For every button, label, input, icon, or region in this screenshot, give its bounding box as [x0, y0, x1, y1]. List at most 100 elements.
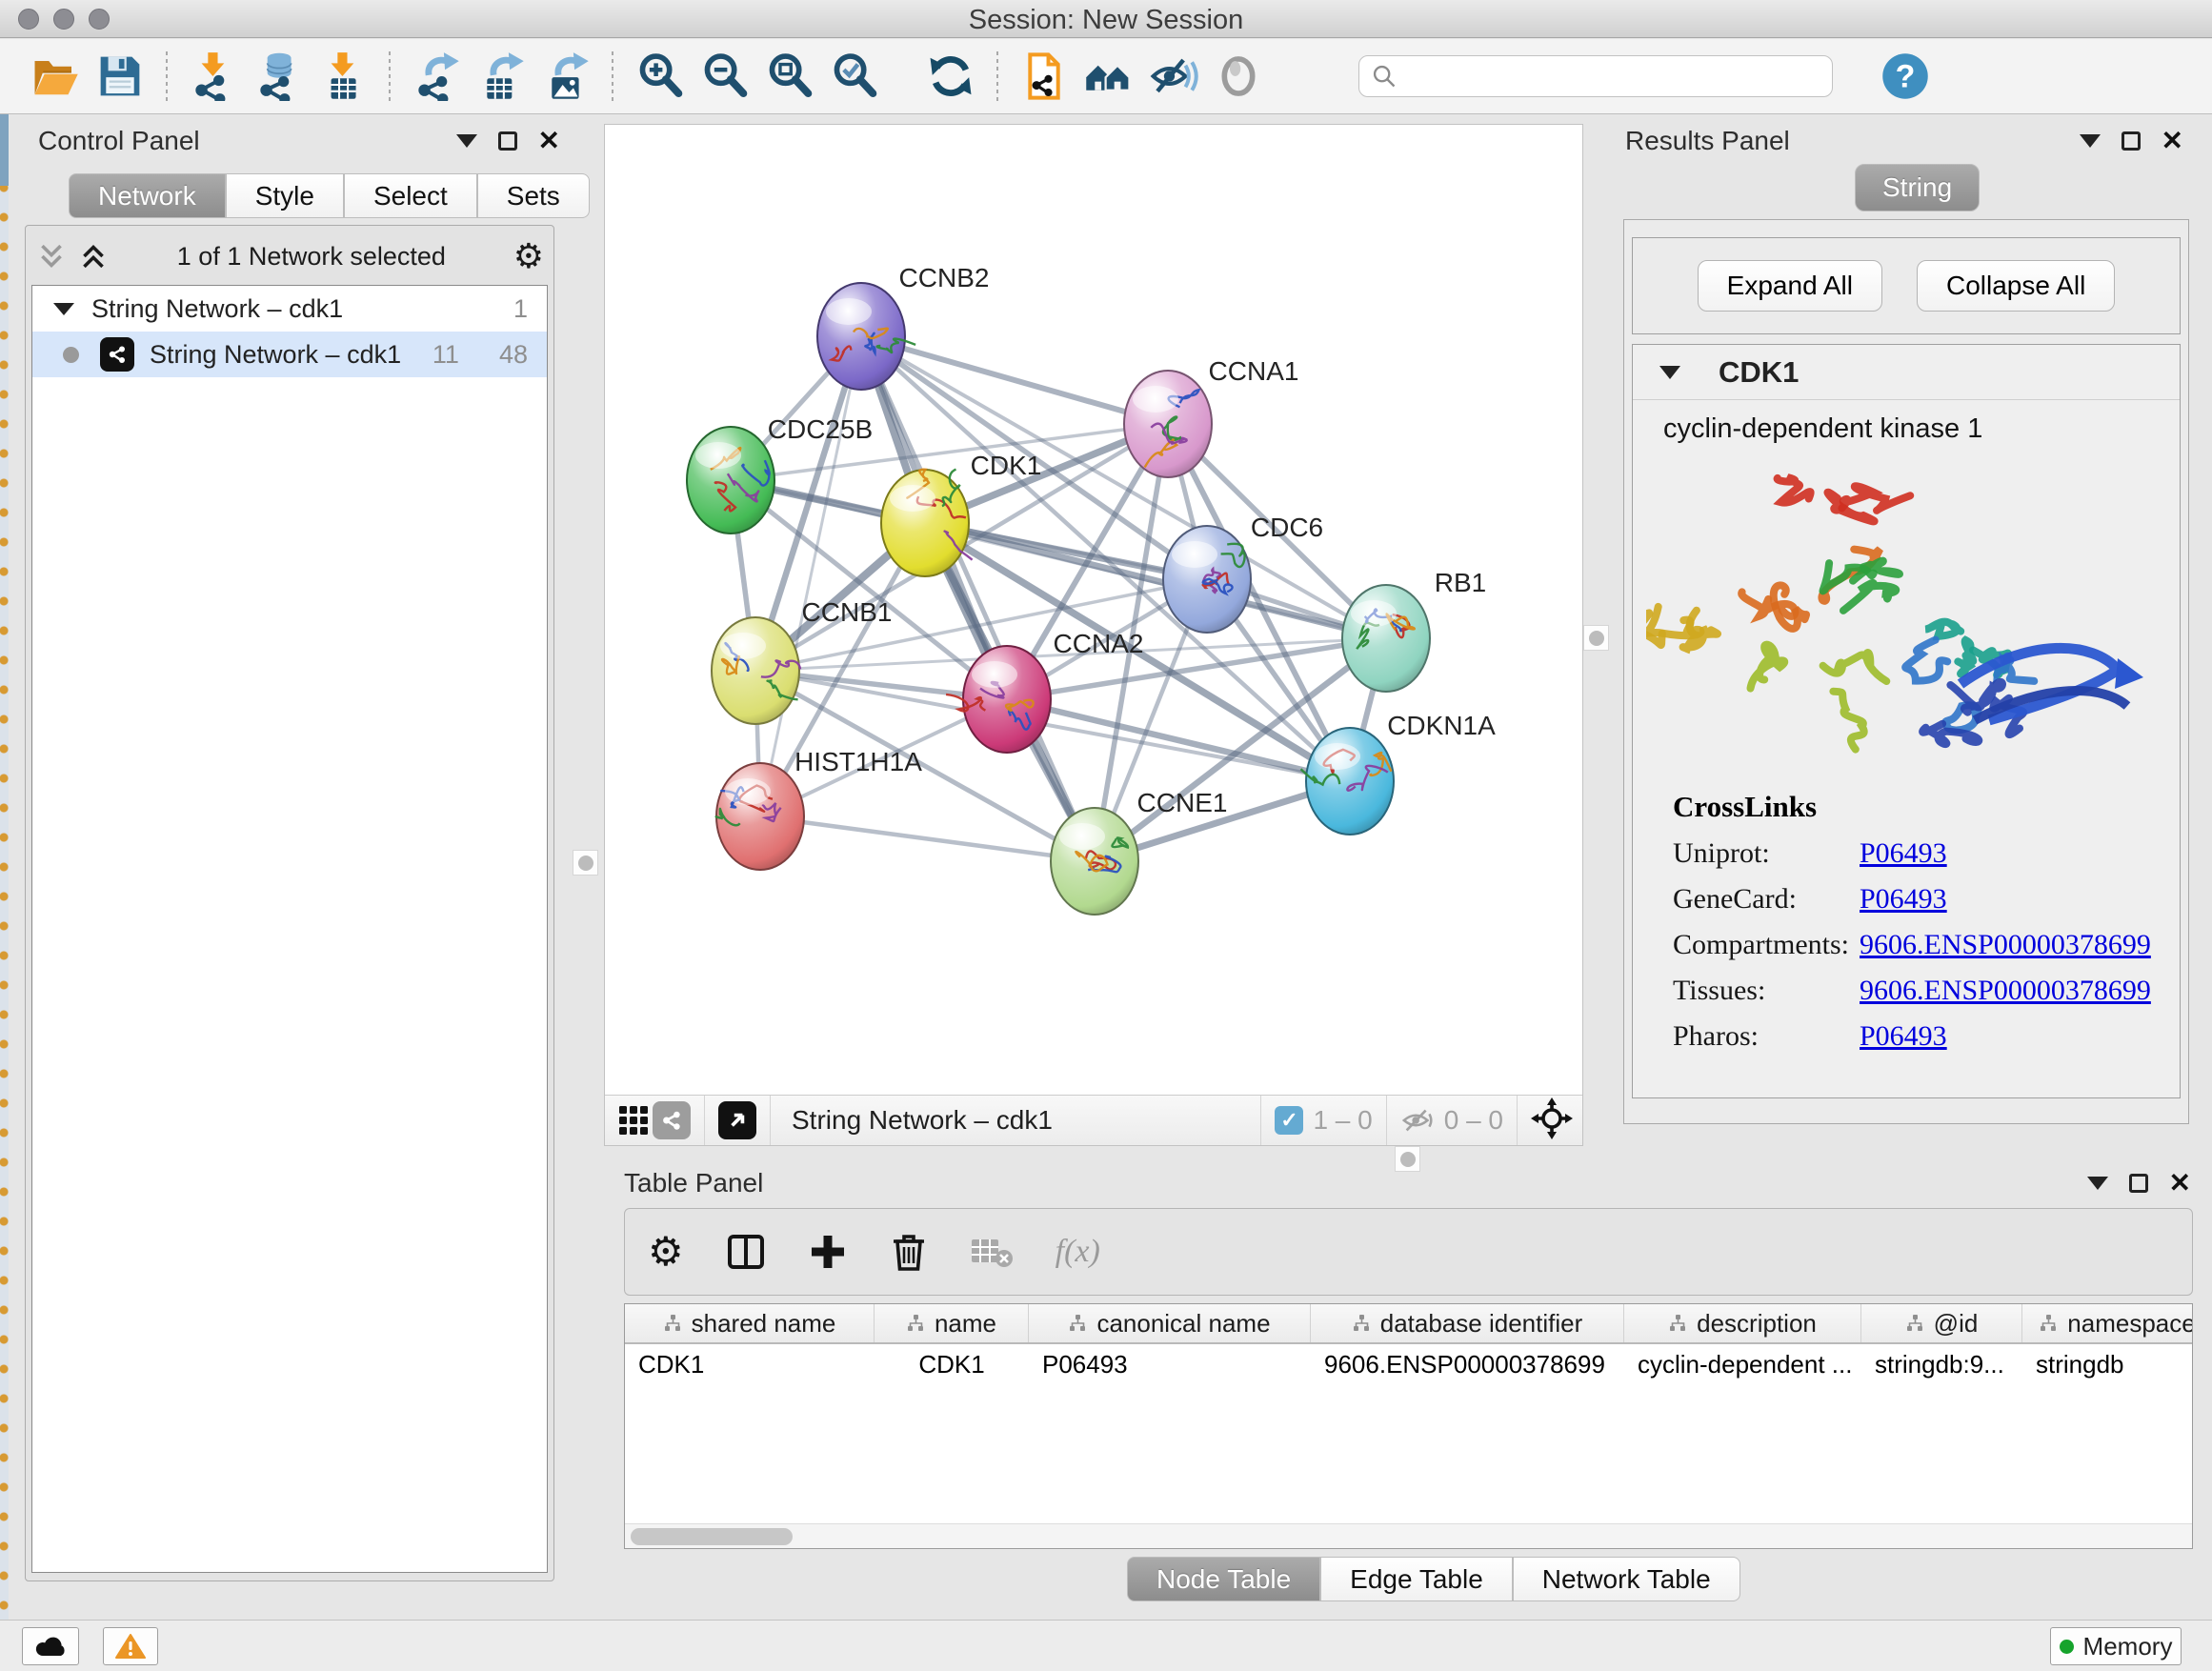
- column-header-shared-name[interactable]: shared name: [625, 1304, 875, 1342]
- column-hierarchy-icon: [1068, 1314, 1087, 1333]
- selected-count-checkbox[interactable]: ✓: [1275, 1106, 1303, 1135]
- zoom-fit-content-icon[interactable]: [762, 50, 815, 103]
- network-node-rb1[interactable]: RB1: [1342, 568, 1486, 692]
- network-share-view-icon[interactable]: [653, 1101, 691, 1139]
- panel-float-icon[interactable]: [2122, 131, 2141, 151]
- network-options-gear-icon[interactable]: ⚙: [513, 239, 544, 273]
- show-navigator-houses-icon[interactable]: [1082, 50, 1136, 103]
- save-session-icon[interactable]: [93, 50, 147, 103]
- network-node-ccnb2[interactable]: CCNB2: [817, 263, 989, 390]
- tree-expand-icon[interactable]: [53, 303, 74, 315]
- crosslink-value-link[interactable]: P06493: [1860, 837, 1947, 870]
- gene-entry-card: CDK1 cyclin-dependent kinase 1 CrossLink…: [1632, 344, 2181, 1098]
- crosslink-row: Tissues:9606.ENSP00000378699: [1673, 975, 2180, 1007]
- import-table-from-file-icon[interactable]: [316, 50, 370, 103]
- panel-close-icon[interactable]: ✕: [538, 131, 560, 151]
- network-canvas[interactable]: CCNB2CCNA1CDC25BCDK1CDC6RB1CCNB1CCNA2CDK…: [605, 125, 1582, 1095]
- panel-menu-icon[interactable]: [456, 134, 477, 148]
- protein-structure-image: [1646, 451, 2161, 784]
- table-row[interactable]: CDK1CDK1P064939606.ENSP00000378699cyclin…: [625, 1344, 2192, 1384]
- expand-all-icon[interactable]: [77, 242, 110, 271]
- crosslink-value-link[interactable]: P06493: [1860, 1020, 1947, 1053]
- show-hidden-eye-icon[interactable]: [1212, 50, 1265, 103]
- network-collection-row[interactable]: String Network – cdk1 1: [32, 286, 547, 332]
- table-cell[interactable]: stringdb:9...: [1861, 1350, 2022, 1379]
- import-network-from-database-icon[interactable]: [251, 50, 305, 103]
- zoom-in-icon[interactable]: [633, 50, 686, 103]
- gene-entry-header[interactable]: CDK1: [1633, 345, 2180, 400]
- entry-collapse-icon[interactable]: [1659, 366, 1680, 379]
- import-network-from-file-icon[interactable]: [187, 50, 240, 103]
- panel-close-icon[interactable]: ✕: [2162, 131, 2183, 151]
- collapse-all-icon[interactable]: [35, 242, 68, 271]
- panel-close-icon[interactable]: ✕: [2169, 1174, 2191, 1193]
- network-node-hist1h1a[interactable]: HIST1H1A: [716, 747, 923, 870]
- warnings-button[interactable]: [103, 1627, 158, 1665]
- tab-network[interactable]: Network: [69, 173, 226, 218]
- crosslink-value-link[interactable]: 9606.ENSP00000378699: [1860, 975, 2151, 1007]
- crosslink-value-link[interactable]: P06493: [1860, 883, 1947, 916]
- table-cell[interactable]: 9606.ENSP00000378699: [1311, 1350, 1624, 1379]
- network-node-cdkn1a[interactable]: CDKN1A: [1301, 711, 1497, 835]
- table-cell[interactable]: cyclin-dependent ...: [1624, 1350, 1861, 1379]
- open-session-icon[interactable]: [29, 50, 82, 103]
- network-node-ccne1[interactable]: CCNE1: [1051, 788, 1227, 915]
- node-label-cdc6: CDC6: [1251, 513, 1323, 542]
- export-network-icon[interactable]: [410, 50, 463, 103]
- current-network-name: String Network – cdk1: [792, 1105, 1247, 1136]
- delete-trash-icon[interactable]: [890, 1232, 928, 1272]
- detach-view-icon[interactable]: [718, 1101, 756, 1139]
- tab-node-table[interactable]: Node Table: [1127, 1557, 1320, 1601]
- search-input[interactable]: [1398, 62, 1820, 91]
- export-image-icon[interactable]: [539, 50, 593, 103]
- horizontal-scrollbar[interactable]: [625, 1523, 2192, 1548]
- table-cell[interactable]: stringdb: [2022, 1350, 2193, 1379]
- tab-string[interactable]: String: [1855, 164, 1980, 211]
- scrollbar-thumb[interactable]: [631, 1528, 793, 1545]
- tab-sets[interactable]: Sets: [477, 173, 590, 218]
- network-row-selected[interactable]: String Network – cdk1 11 48: [32, 332, 547, 377]
- table-cell[interactable]: P06493: [1029, 1350, 1311, 1379]
- add-column-icon[interactable]: [808, 1232, 848, 1272]
- export-table-icon[interactable]: [474, 50, 528, 103]
- expand-all-button[interactable]: Expand All: [1698, 260, 1882, 312]
- table-panel: Table Panel ✕ ⚙ f(x) shared namenamecano…: [616, 1164, 2201, 1620]
- network-node-ccna1[interactable]: CCNA1: [1124, 356, 1298, 477]
- panel-float-icon[interactable]: [2129, 1174, 2148, 1193]
- column-header-canonical-name[interactable]: canonical name: [1029, 1304, 1311, 1342]
- birdseye-crosshair-icon[interactable]: [1531, 1097, 1573, 1144]
- panel-float-icon[interactable]: [498, 131, 517, 151]
- column-header-database-identifier[interactable]: database identifier: [1311, 1304, 1624, 1342]
- memory-button[interactable]: Memory: [2050, 1627, 2182, 1665]
- search-box[interactable]: [1358, 55, 1833, 97]
- main-toolbar: ?: [0, 39, 2212, 114]
- splitter-grip-right[interactable]: [1583, 625, 1609, 651]
- tab-style[interactable]: Style: [226, 173, 344, 218]
- network-edge-count: 48: [499, 340, 528, 370]
- new-network-from-selection-icon[interactable]: [1017, 50, 1071, 103]
- hide-selected-eye-icon[interactable]: [1147, 50, 1200, 103]
- tab-select[interactable]: Select: [344, 173, 477, 218]
- collapse-all-button[interactable]: Collapse All: [1917, 260, 2115, 312]
- splitter-grip-left[interactable]: [573, 850, 598, 876]
- tab-network-table[interactable]: Network Table: [1513, 1557, 1740, 1601]
- show-columns-icon[interactable]: [726, 1232, 766, 1272]
- column-header-namespace[interactable]: namespace: [2022, 1304, 2193, 1342]
- tab-edge-table[interactable]: Edge Table: [1320, 1557, 1513, 1601]
- crosslink-value-link[interactable]: 9606.ENSP00000378699: [1860, 929, 2151, 961]
- column-header-description[interactable]: description: [1624, 1304, 1861, 1342]
- table-options-gear-icon[interactable]: ⚙: [648, 1232, 684, 1272]
- table-cell[interactable]: CDK1: [625, 1350, 875, 1379]
- zoom-out-icon[interactable]: [697, 50, 751, 103]
- table-cell[interactable]: CDK1: [875, 1350, 1029, 1379]
- cloud-button[interactable]: [22, 1627, 79, 1665]
- node-label-rb1: RB1: [1435, 568, 1486, 597]
- zoom-selected-icon[interactable]: [827, 50, 880, 103]
- panel-menu-icon[interactable]: [2080, 134, 2101, 148]
- refresh-layout-icon[interactable]: [924, 50, 977, 103]
- grid-view-icon[interactable]: [614, 1101, 653, 1139]
- column-header--id[interactable]: @id: [1861, 1304, 2022, 1342]
- panel-menu-icon[interactable]: [2087, 1177, 2108, 1190]
- column-header-name[interactable]: name: [875, 1304, 1029, 1342]
- help-icon[interactable]: ?: [1879, 50, 1932, 103]
